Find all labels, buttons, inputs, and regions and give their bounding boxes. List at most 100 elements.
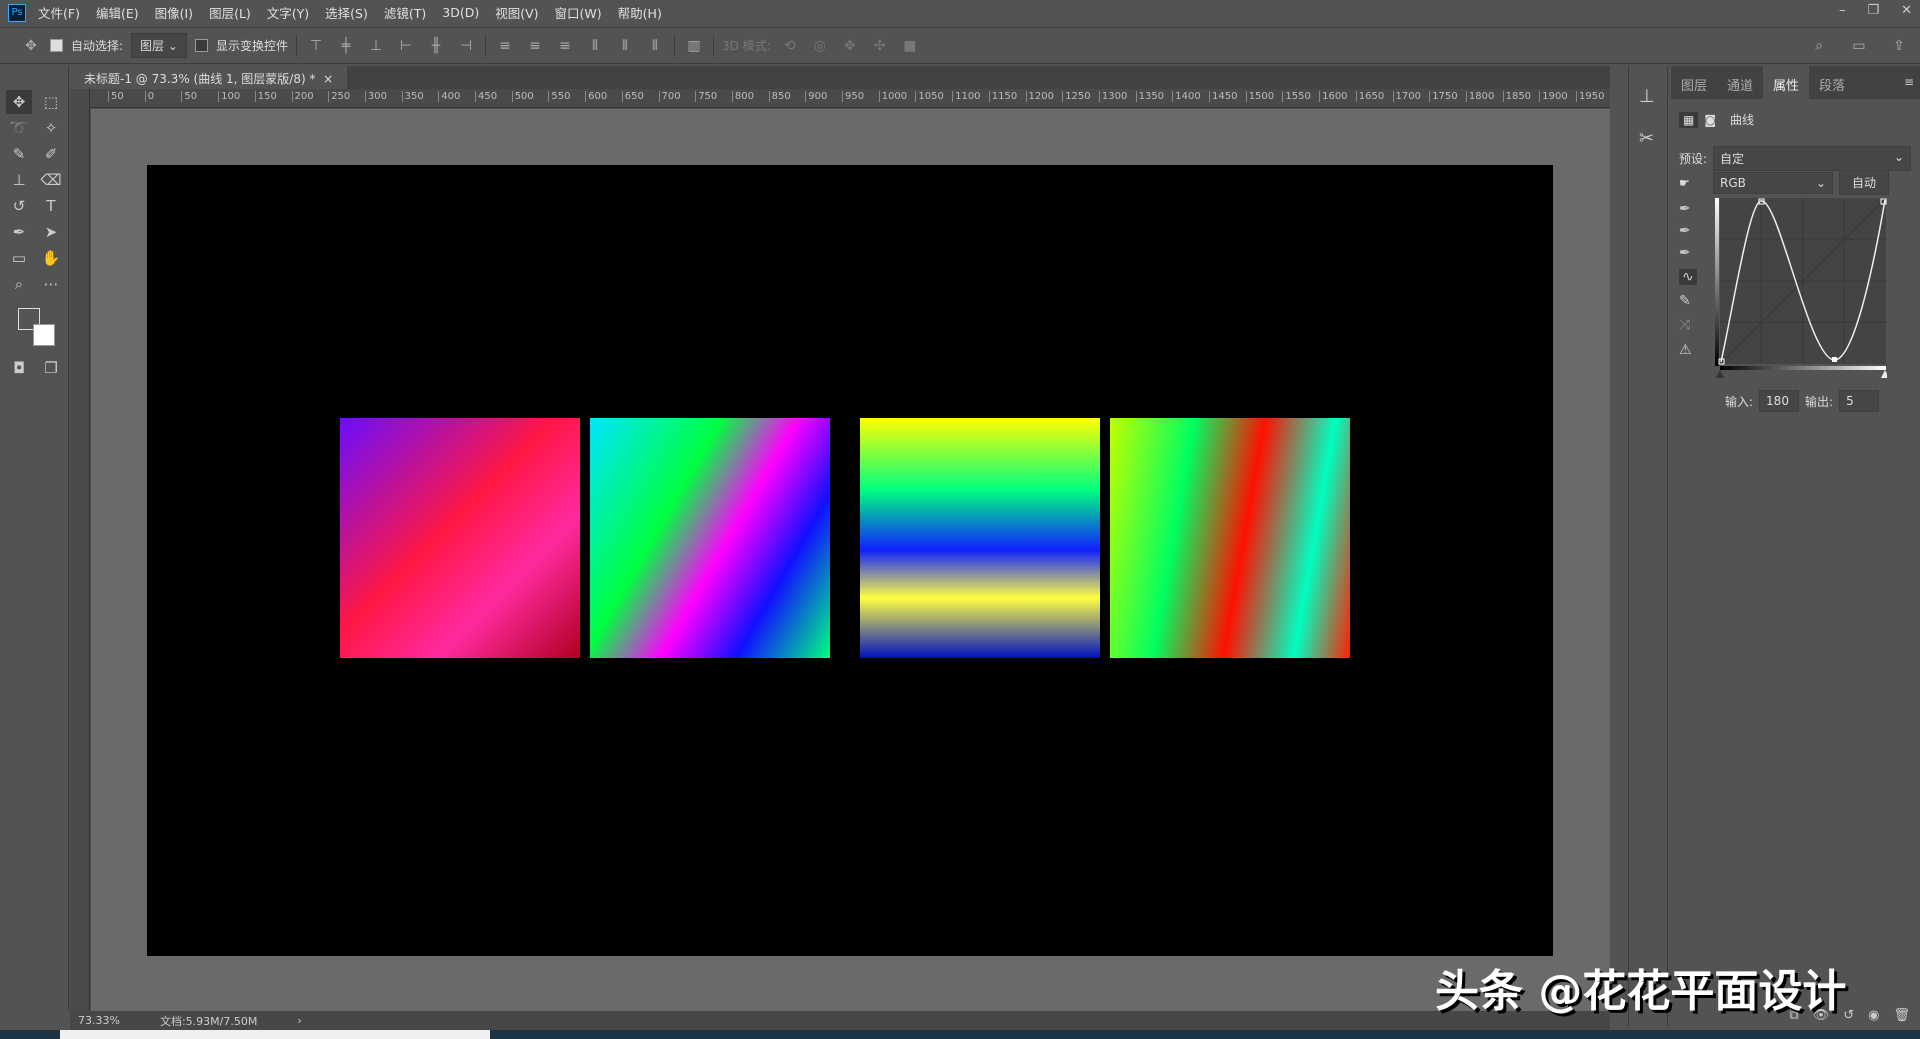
tab-paragraph[interactable]: 段落: [1809, 66, 1855, 99]
menu-type[interactable]: 文字(Y): [267, 3, 309, 22]
show-transform-checkbox[interactable]: [194, 39, 208, 52]
auto-select-dropdown[interactable]: 图层 ⌄: [131, 33, 187, 58]
menu-select[interactable]: 选择(S): [325, 3, 368, 22]
history-brush-icon[interactable]: ↺: [6, 194, 32, 218]
target-adjust-icon[interactable]: ☛: [1679, 176, 1707, 190]
3d-roll-icon[interactable]: ◎: [809, 38, 831, 54]
type-tool-icon[interactable]: T: [38, 194, 64, 218]
lasso-tool-icon[interactable]: ➰: [6, 116, 32, 140]
input-field[interactable]: 180: [1759, 390, 1800, 412]
healing-brush-icon[interactable]: ✎: [6, 142, 32, 166]
visibility-icon[interactable]: ◉: [1868, 1008, 1879, 1023]
move-tool-icon[interactable]: ✥: [6, 90, 32, 114]
ruler-tick-label: 1550: [1282, 91, 1311, 102]
pencil-draw-icon[interactable]: ✎: [1679, 293, 1691, 309]
stamp-tool-icon[interactable]: ⊥: [6, 168, 32, 192]
black-slider-handle[interactable]: [1716, 370, 1724, 378]
ruler-tick-label: 1450: [1209, 91, 1237, 102]
align-vcenter-icon[interactable]: ╪: [335, 38, 357, 54]
input-gradient: [1720, 366, 1886, 370]
workspace-icon[interactable]: ▭: [1848, 38, 1870, 54]
more-tools-icon[interactable]: ⋯: [38, 272, 64, 296]
tool-presets-icon[interactable]: ✂: [1639, 128, 1654, 149]
minimize-icon[interactable]: –: [1839, 3, 1846, 18]
distribute-left-icon[interactable]: ⦀: [584, 38, 606, 54]
3d-scale-icon[interactable]: ■: [899, 38, 921, 54]
preset-dropdown[interactable]: 自定 ⌄: [1713, 146, 1911, 171]
canvas-char-xing: 性: [590, 418, 831, 658]
distribute-right-icon[interactable]: ⦀: [644, 38, 666, 54]
taskbar-item[interactable]: [60, 1030, 490, 1039]
menu-image[interactable]: 图像(I): [155, 3, 193, 22]
black-point-eyedropper-icon[interactable]: ✒: [1679, 201, 1691, 217]
curve-point-selected[interactable]: [1832, 357, 1837, 362]
menu-3d[interactable]: 3D(D): [442, 5, 479, 20]
ruler-tick-label: 800: [731, 91, 754, 102]
align-top-icon[interactable]: ⊤: [305, 38, 327, 54]
auto-align-icon[interactable]: ▥: [683, 38, 705, 54]
white-slider-handle[interactable]: [1881, 370, 1887, 378]
auto-button[interactable]: 自动: [1839, 170, 1889, 195]
align-bottom-icon[interactable]: ⊥: [365, 38, 387, 54]
channel-dropdown[interactable]: RGB ⌄: [1713, 171, 1833, 194]
align-right-icon[interactable]: ⊣: [455, 38, 477, 54]
clone-source-icon[interactable]: ⊥: [1639, 86, 1655, 107]
align-left-icon[interactable]: ⊢: [395, 38, 417, 54]
share-icon[interactable]: ⇪: [1888, 38, 1910, 54]
align-hcenter-icon[interactable]: ╫: [425, 38, 447, 54]
path-select-icon[interactable]: ➤: [38, 220, 64, 244]
hand-tool-icon[interactable]: ✋: [38, 246, 64, 270]
smooth-curve-icon[interactable]: ⤨: [1679, 317, 1690, 333]
3d-rotate-icon[interactable]: ⟲: [779, 38, 801, 54]
close-icon[interactable]: ✕: [1901, 3, 1912, 18]
panel-menu-icon[interactable]: ≡: [1898, 66, 1920, 99]
clipping-warning-icon[interactable]: ⚠: [1679, 342, 1692, 358]
delete-icon[interactable]: 🗑: [1893, 1008, 1910, 1023]
output-field[interactable]: 5: [1839, 390, 1880, 412]
menu-filter[interactable]: 滤镜(T): [384, 3, 426, 22]
background-color-swatch[interactable]: [33, 324, 55, 346]
screen-mode-icon[interactable]: ❐: [38, 356, 64, 380]
distribute-hcenter-icon[interactable]: ⦀: [614, 38, 636, 54]
distribute-vcenter-icon[interactable]: ≡: [524, 38, 546, 54]
ruler-tick-label: 1850: [1502, 91, 1531, 102]
white-point-eyedropper-icon[interactable]: ✒: [1679, 245, 1691, 261]
status-menu-arrow[interactable]: ›: [297, 1014, 301, 1027]
menu-view[interactable]: 视图(V): [495, 3, 538, 22]
gray-point-eyedropper-icon[interactable]: ✒: [1679, 223, 1691, 239]
move-tool-icon[interactable]: ✥: [20, 38, 42, 54]
brush-tool-icon[interactable]: ✐: [38, 142, 64, 166]
close-tab-icon[interactable]: ×: [323, 72, 333, 86]
document-tab-bar: 未标题-1 @ 73.3% (曲线 1, 图层蒙版/8) * ×: [70, 66, 1610, 89]
3d-pan-icon[interactable]: ✥: [839, 38, 861, 54]
zoom-level[interactable]: 73.33%: [78, 1014, 120, 1027]
ruler-tick-label: 1600: [1319, 91, 1348, 102]
marquee-tool-icon[interactable]: ⬚: [38, 90, 64, 114]
quick-mask-icon[interactable]: ◘: [6, 356, 32, 380]
menu-file[interactable]: 文件(F): [38, 3, 80, 22]
distribute-top-icon[interactable]: ≡: [494, 38, 516, 54]
menu-edit[interactable]: 编辑(E): [96, 3, 139, 22]
menu-help[interactable]: 帮助(H): [618, 3, 662, 22]
zoom-tool-icon[interactable]: ⌕: [6, 272, 32, 296]
auto-select-checkbox[interactable]: [50, 39, 63, 52]
menu-layer[interactable]: 图层(L): [209, 3, 251, 22]
tab-layers[interactable]: 图层: [1671, 66, 1717, 99]
rectangle-tool-icon[interactable]: ▭: [6, 246, 32, 270]
mask-icon[interactable]: ◙: [1704, 113, 1716, 127]
ruler-tick-label: 1950: [1576, 91, 1604, 102]
3d-slide-icon[interactable]: ✣: [869, 38, 891, 54]
curves-graph[interactable]: [1715, 198, 1887, 378]
menu-window[interactable]: 窗口(W): [555, 3, 602, 22]
magic-wand-icon[interactable]: ✧: [38, 116, 64, 140]
curve-point-tool-icon[interactable]: ∿: [1679, 269, 1697, 285]
distribute-bottom-icon[interactable]: ≡: [554, 38, 576, 54]
tab-channels[interactable]: 通道: [1717, 66, 1763, 99]
search-icon[interactable]: ⌕: [1808, 38, 1830, 54]
restore-icon[interactable]: ❐: [1867, 3, 1879, 18]
pen-tool-icon[interactable]: ✒: [6, 220, 32, 244]
curves-icon[interactable]: ▦: [1679, 111, 1699, 128]
eraser-tool-icon[interactable]: ⌫: [38, 168, 64, 192]
tab-properties[interactable]: 属性: [1763, 66, 1810, 99]
document-tab[interactable]: 未标题-1 @ 73.3% (曲线 1, 图层蒙版/8) * ×: [70, 66, 348, 89]
